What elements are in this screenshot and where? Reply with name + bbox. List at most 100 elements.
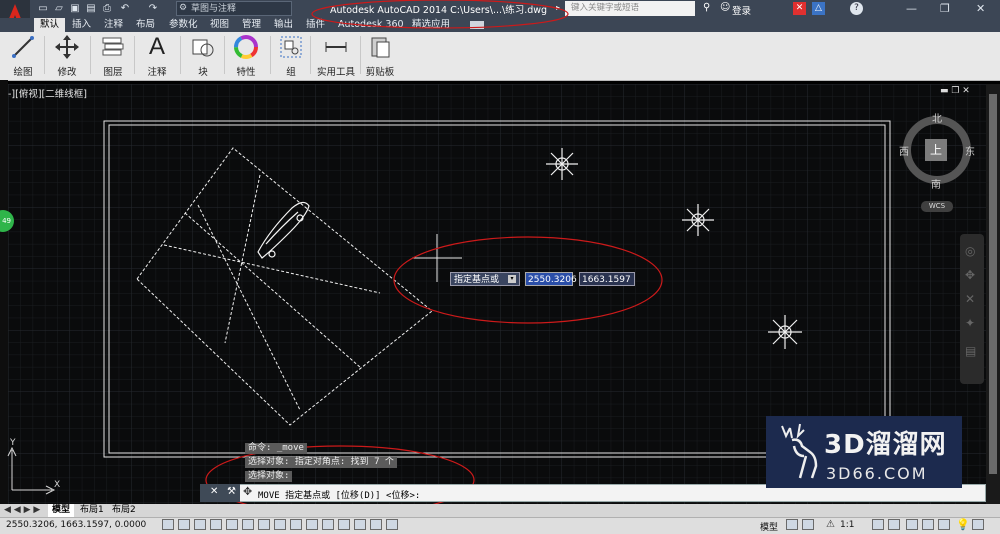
- line-draw-icon: [6, 32, 40, 62]
- snap-mode-toggle[interactable]: [178, 519, 190, 530]
- tab-model[interactable]: 模型: [48, 504, 75, 517]
- layers-icon: [96, 32, 130, 62]
- dropdown-icon[interactable]: ▾: [508, 275, 516, 283]
- tab-layout-1[interactable]: 布局1: [80, 504, 104, 517]
- tab-layout[interactable]: 布局: [136, 18, 155, 32]
- properties-button[interactable]: 特性: [228, 32, 264, 78]
- utilities-label: 实用工具: [316, 67, 355, 78]
- lineweight-toggle[interactable]: [322, 519, 334, 530]
- lightbulb-icon[interactable]: 💡: [956, 518, 970, 531]
- new-file-icon[interactable]: ▭: [36, 2, 50, 15]
- block-button[interactable]: 块: [186, 32, 220, 78]
- infer-constraints-toggle[interactable]: [162, 519, 174, 530]
- hardware-acceleration-icon[interactable]: [938, 519, 950, 530]
- customize-wrench-icon[interactable]: ⚒: [227, 486, 236, 497]
- navigation-bar[interactable]: ◎ ✥ ✕ ✦ ▤: [960, 234, 984, 384]
- login-button[interactable]: 登录: [732, 3, 751, 17]
- workspace-gear-icon: ⚙: [179, 3, 188, 13]
- layout-nav-arrows[interactable]: ◀ ◀ ▶ ▶: [4, 504, 40, 517]
- tab-output[interactable]: 输出: [274, 18, 293, 32]
- save-as-icon[interactable]: ▤: [84, 2, 98, 15]
- tab-featured-apps[interactable]: 精选应用: [412, 18, 450, 32]
- draw-button[interactable]: 绘图: [6, 32, 40, 78]
- transparency-toggle[interactable]: [338, 519, 350, 530]
- annotation-visibility-icon[interactable]: [872, 519, 884, 530]
- restore-icon[interactable]: ❐: [940, 2, 950, 15]
- tab-insert[interactable]: 插入: [72, 18, 91, 32]
- autodesk-360-icon[interactable]: △: [812, 2, 825, 15]
- exchange-icon[interactable]: ✕: [793, 2, 806, 15]
- close-command-line-icon[interactable]: ✕: [210, 486, 218, 497]
- layers-button[interactable]: 图层: [96, 32, 130, 78]
- tab-plugins[interactable]: 插件: [306, 18, 325, 32]
- lock-ui-icon[interactable]: [922, 519, 934, 530]
- undo-icon[interactable]: ↶: [118, 2, 132, 15]
- vertical-scrollbar[interactable]: [986, 84, 1000, 504]
- clipboard-label: 剪贴板: [365, 67, 395, 78]
- help-icon[interactable]: ?: [850, 2, 863, 15]
- tab-autodesk-360[interactable]: Autodesk 360: [338, 18, 404, 32]
- group-button[interactable]: 组: [276, 32, 306, 78]
- annotation-monitor-toggle[interactable]: [386, 519, 398, 530]
- workspace-selector[interactable]: 草图与注释: [176, 1, 292, 16]
- grid-display-toggle[interactable]: [194, 519, 206, 530]
- wcs-menu[interactable]: WCS: [921, 201, 953, 212]
- ortho-mode-toggle[interactable]: [210, 519, 222, 530]
- annotate-button[interactable]: A 注释: [140, 32, 174, 78]
- quick-view-drawings-icon[interactable]: [802, 519, 814, 530]
- dynamic-input-x[interactable]: 2550.3206: [525, 272, 577, 286]
- compass-north[interactable]: 北: [932, 110, 942, 125]
- annotation-scale-icon[interactable]: ⚠: [826, 519, 835, 530]
- print-icon[interactable]: ⎙: [100, 2, 114, 15]
- steering-wheel-icon[interactable]: ◎: [965, 244, 975, 258]
- clean-screen-icon[interactable]: [972, 519, 984, 530]
- selection-cycling-toggle[interactable]: [370, 519, 382, 530]
- 3d-object-snap-toggle[interactable]: [258, 519, 270, 530]
- search-input[interactable]: 键入关键字或短语: [565, 1, 695, 16]
- object-snap-tracking-toggle[interactable]: [274, 519, 286, 530]
- minimize-icon[interactable]: —: [906, 2, 917, 15]
- compass-east[interactable]: 东: [965, 143, 975, 158]
- modify-button[interactable]: 修改: [50, 32, 84, 78]
- close-window-icon[interactable]: ✕: [976, 2, 985, 15]
- tab-layout-2[interactable]: 布局2: [112, 504, 136, 517]
- compass-south[interactable]: 南: [931, 176, 941, 191]
- redo-icon[interactable]: ↷: [146, 2, 160, 15]
- coordinate-readout[interactable]: 2550.3206, 1663.1597, 0.0000: [6, 520, 146, 530]
- save-icon[interactable]: ▣: [68, 2, 82, 15]
- model-space-button[interactable]: 模型: [760, 520, 778, 533]
- utilities-button[interactable]: 实用工具: [314, 32, 358, 78]
- properties-label: 特性: [236, 67, 256, 78]
- scroll-thumb[interactable]: [989, 94, 997, 474]
- compass-west[interactable]: 西: [899, 143, 909, 158]
- tab-parametric[interactable]: 参数化: [169, 18, 198, 32]
- polar-tracking-toggle[interactable]: [226, 519, 238, 530]
- workspace-switch-icon[interactable]: [906, 519, 918, 530]
- quick-view-layouts-icon[interactable]: [786, 519, 798, 530]
- ucs-toggle[interactable]: [290, 519, 302, 530]
- quick-properties-toggle[interactable]: [354, 519, 366, 530]
- dynamic-input-y[interactable]: 1663.1597: [579, 272, 635, 286]
- clipboard-button[interactable]: 剪贴板: [362, 32, 398, 78]
- object-snap-toggle[interactable]: [242, 519, 254, 530]
- layers-label: 图层: [103, 67, 123, 78]
- open-file-icon[interactable]: ▱: [52, 2, 66, 15]
- tab-annotate[interactable]: 注释: [104, 18, 123, 32]
- block-icon: [186, 32, 220, 62]
- viewport-controls[interactable]: ▬ ❐ ✕: [940, 86, 970, 96]
- binoculars-icon[interactable]: ⚲: [703, 2, 710, 13]
- auto-scale-icon[interactable]: [888, 519, 900, 530]
- dynamic-input-toggle[interactable]: [306, 519, 318, 530]
- orbit-icon[interactable]: ✦: [965, 316, 975, 330]
- tab-home[interactable]: 默认: [34, 18, 66, 32]
- annotation-scale[interactable]: 1:1: [840, 520, 854, 530]
- zoom-icon[interactable]: ✕: [965, 292, 975, 306]
- watermark-title: 3D溜溜网: [824, 430, 947, 460]
- tab-view[interactable]: 视图: [210, 18, 229, 32]
- viewcube-top-face[interactable]: 上: [925, 139, 947, 161]
- ribbon-options-icon[interactable]: [470, 21, 484, 29]
- viewport-label[interactable]: -][俯视][二维线框]: [8, 86, 87, 100]
- showmotion-icon[interactable]: ▤: [965, 344, 976, 358]
- pan-icon[interactable]: ✥: [965, 268, 975, 282]
- tab-manage[interactable]: 管理: [242, 18, 261, 32]
